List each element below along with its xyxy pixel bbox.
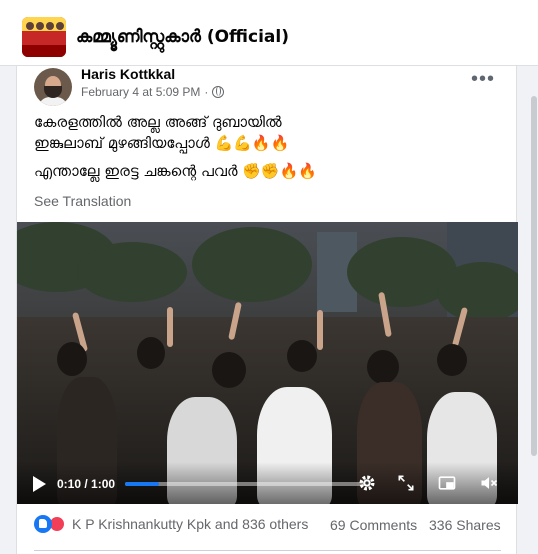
video-time: 0:10 / 1:00	[57, 477, 116, 491]
post-text-line: കേരളത്തിൽ അല്ല അങ്ങ് ദുബായിൽ	[34, 113, 282, 131]
scrollbar[interactable]	[530, 66, 538, 554]
author-avatar[interactable]	[34, 68, 72, 106]
reactions-summary[interactable]: K P Krishnankutty Kpk and 836 others	[34, 515, 308, 533]
post-text-line: ഇങ്കുലാബ് മുഴങ്ങിയപ്പോൾ 💪💪🔥🔥	[34, 134, 290, 152]
picture-in-picture-icon[interactable]	[437, 473, 457, 493]
globe-icon	[212, 86, 225, 98]
fullscreen-icon[interactable]	[396, 473, 416, 493]
play-icon[interactable]	[33, 476, 46, 492]
post-meta: February 4 at 5:09 PM ·	[81, 85, 225, 99]
post-card: Haris Kottkkal February 4 at 5:09 PM · •…	[16, 66, 518, 554]
scrollbar-thumb[interactable]	[531, 96, 537, 456]
settings-icon[interactable]	[357, 473, 377, 493]
group-name[interactable]: കമ്മ്യൂണിസ്റ്റുകാർ (Official)	[76, 27, 289, 47]
more-options-button[interactable]: •••	[471, 69, 495, 89]
progress-bar[interactable]	[125, 482, 368, 486]
group-avatar[interactable]	[22, 17, 66, 57]
post-text-line: എന്താല്ലേ ഇരട്ട ചങ്കന്റെ പവർ ✊✊🔥🔥	[34, 162, 317, 180]
author-name[interactable]: Haris Kottkkal	[81, 66, 175, 82]
comments-count[interactable]: 69 Comments	[330, 517, 417, 533]
progress-fill	[125, 482, 160, 486]
see-translation-link[interactable]: See Translation	[34, 193, 131, 209]
meta-separator: ·	[204, 85, 209, 99]
divider	[34, 550, 501, 551]
video-player[interactable]: 0:10 / 1:00	[17, 222, 518, 504]
like-icon	[34, 515, 52, 533]
video-controls: 0:10 / 1:00	[17, 462, 518, 504]
post-date[interactable]: February 4 at 5:09 PM	[81, 85, 200, 99]
reactions-text[interactable]: K P Krishnankutty Kpk and 836 others	[72, 516, 308, 532]
volume-muted-icon[interactable]	[479, 473, 499, 493]
shares-count[interactable]: 336 Shares	[429, 517, 501, 533]
group-header: കമ്മ്യൂണിസ്റ്റുകാർ (Official)	[0, 0, 538, 66]
